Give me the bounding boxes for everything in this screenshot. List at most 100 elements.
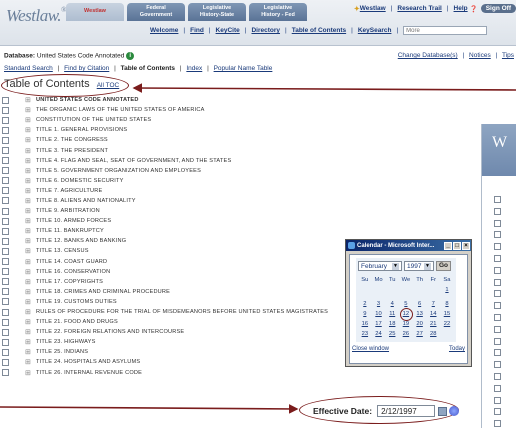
toc-checkbox[interactable] bbox=[2, 167, 9, 175]
calendar-day[interactable]: 18 bbox=[385, 319, 399, 329]
toc-checkbox[interactable] bbox=[2, 268, 9, 276]
calendar-day[interactable]: 21 bbox=[426, 319, 440, 329]
toc-checkbox[interactable] bbox=[494, 420, 501, 428]
calendar-icon[interactable] bbox=[438, 406, 448, 416]
calendar-day[interactable]: 16 bbox=[358, 319, 372, 329]
tab-legislative-history-state[interactable]: Legislative History-State bbox=[188, 3, 246, 21]
expand-icon[interactable]: ⊞ bbox=[25, 237, 33, 245]
toc-item-link[interactable]: TITLE 23. HIGHWAYS bbox=[36, 339, 96, 345]
calendar-day[interactable]: 14 bbox=[426, 309, 440, 319]
toc-checkbox[interactable] bbox=[494, 384, 501, 392]
toc-item-link[interactable]: TITLE 14. COAST GUARD bbox=[36, 259, 107, 265]
toc-checkbox[interactable] bbox=[2, 298, 9, 306]
close-icon[interactable]: × bbox=[462, 241, 470, 250]
today-link[interactable]: Today bbox=[449, 346, 465, 352]
toc-checkbox[interactable] bbox=[2, 288, 9, 296]
toc-checkbox[interactable] bbox=[494, 373, 501, 380]
toc-item-link[interactable]: TITLE 21. FOOD AND DRUGS bbox=[36, 319, 118, 325]
toc-checkbox[interactable] bbox=[2, 177, 9, 185]
expand-icon[interactable]: ⊞ bbox=[25, 147, 33, 155]
toc-item-link[interactable]: TITLE 26. INTERNAL REVENUE CODE bbox=[36, 370, 142, 376]
close-window-link[interactable]: Close window bbox=[352, 346, 389, 352]
calendar-day[interactable]: 26 bbox=[399, 329, 413, 339]
toc-checkbox[interactable] bbox=[2, 126, 9, 134]
toplink-help[interactable]: Help bbox=[454, 5, 468, 12]
expand-icon[interactable]: ⊞ bbox=[25, 369, 33, 377]
index-link[interactable]: Index bbox=[186, 65, 202, 72]
nav-welcome[interactable]: Welcome bbox=[150, 27, 178, 34]
calendar-day[interactable]: 24 bbox=[372, 329, 386, 339]
tab-federal-government[interactable]: Federal Government bbox=[127, 3, 185, 21]
toc-item-link[interactable]: TITLE 13. CENSUS bbox=[36, 248, 89, 254]
change-database-link[interactable]: Change Database(s) bbox=[398, 52, 458, 59]
toc-checkbox[interactable] bbox=[494, 337, 501, 345]
info-icon[interactable]: i bbox=[126, 52, 135, 60]
toc-item-link[interactable]: TITLE 24. HOSPITALS AND ASYLUMS bbox=[36, 359, 140, 365]
expand-icon[interactable]: ⊞ bbox=[25, 328, 33, 336]
toc-checkbox[interactable] bbox=[2, 207, 9, 215]
calendar-day[interactable]: 23 bbox=[358, 329, 372, 339]
toc-checkbox[interactable] bbox=[2, 247, 9, 255]
search-input[interactable] bbox=[403, 26, 488, 35]
toc-checkbox[interactable] bbox=[494, 266, 501, 274]
toc-checkbox[interactable] bbox=[2, 187, 9, 195]
calendar-day[interactable]: 25 bbox=[385, 329, 399, 339]
expand-icon[interactable]: ⊞ bbox=[25, 258, 33, 266]
toc-item-link[interactable]: TITLE 18. CRIMES AND CRIMINAL PROCEDURE bbox=[36, 289, 170, 295]
toplink-research-trail[interactable]: Research Trail bbox=[397, 5, 441, 12]
toc-checkbox[interactable] bbox=[494, 314, 501, 321]
toc-checkbox[interactable] bbox=[494, 243, 501, 251]
expand-icon[interactable]: ⊞ bbox=[25, 318, 33, 326]
toc-item-link[interactable]: TITLE 19. CUSTOMS DUTIES bbox=[36, 299, 117, 305]
expand-icon[interactable]: ⊞ bbox=[25, 308, 33, 316]
toc-checkbox[interactable] bbox=[2, 338, 9, 346]
toc-checkbox[interactable] bbox=[2, 147, 9, 155]
toc-checkbox[interactable] bbox=[494, 290, 501, 298]
calendar-day[interactable]: 3 bbox=[372, 299, 386, 309]
tips-link[interactable]: Tips bbox=[502, 52, 514, 59]
toc-checkbox[interactable] bbox=[2, 96, 9, 104]
all-toc-link[interactable]: All TOC bbox=[97, 82, 120, 89]
expand-icon[interactable]: ⊞ bbox=[25, 227, 33, 235]
tab-westlaw[interactable]: Westlaw bbox=[66, 3, 124, 21]
expand-icon[interactable]: ⊞ bbox=[25, 187, 33, 195]
toc-item-link[interactable]: TITLE 10. ARMED FORCES bbox=[36, 218, 111, 224]
toc-item-link[interactable]: THE ORGANIC LAWS OF THE UNITED STATES OF… bbox=[36, 107, 205, 113]
calendar-day[interactable]: 4 bbox=[385, 299, 399, 309]
nav-keysearch[interactable]: KeySearch bbox=[358, 27, 392, 34]
expand-icon[interactable]: ⊞ bbox=[25, 136, 33, 144]
toc-checkbox[interactable] bbox=[2, 308, 9, 316]
standard-search-link[interactable]: Standard Search bbox=[4, 65, 53, 72]
toc-item-link[interactable]: TITLE 5. GOVERNMENT ORGANIZATION AND EMP… bbox=[36, 168, 201, 174]
toc-checkbox[interactable] bbox=[2, 217, 9, 225]
minimize-icon[interactable]: _ bbox=[444, 241, 452, 250]
calendar-day[interactable]: 10 bbox=[372, 309, 386, 319]
toc-item-link[interactable]: UNITED STATES CODE ANNOTATED bbox=[36, 97, 139, 103]
toc-item-link[interactable]: TITLE 16. CONSERVATION bbox=[36, 269, 110, 275]
expand-icon[interactable]: ⊞ bbox=[25, 358, 33, 366]
toc-checkbox[interactable] bbox=[494, 207, 501, 215]
expand-icon[interactable]: ⊞ bbox=[25, 177, 33, 185]
toc-checkbox[interactable] bbox=[494, 361, 501, 369]
calendar-day[interactable]: 20 bbox=[413, 319, 427, 329]
toc-checkbox[interactable] bbox=[494, 219, 501, 227]
sign-off-button[interactable]: Sign Off bbox=[480, 4, 516, 13]
expand-icon[interactable]: ⊞ bbox=[25, 197, 33, 205]
toc-checkbox[interactable] bbox=[2, 348, 9, 356]
toc-item-link[interactable]: TITLE 1. GENERAL PROVISIONS bbox=[36, 127, 127, 133]
toc-checkbox[interactable] bbox=[494, 396, 501, 404]
nav-keycite[interactable]: KeyCite bbox=[216, 27, 240, 34]
year-select[interactable]: 1997 ▼ bbox=[404, 261, 434, 271]
expand-icon[interactable]: ⊞ bbox=[25, 217, 33, 225]
calendar-day[interactable]: 12 bbox=[399, 308, 413, 321]
toc-checkbox[interactable] bbox=[494, 349, 501, 357]
calendar-day[interactable]: 1 bbox=[440, 285, 454, 295]
toc-checkbox[interactable] bbox=[494, 325, 501, 333]
expand-icon[interactable]: ⊞ bbox=[25, 207, 33, 215]
toc-checkbox[interactable] bbox=[494, 231, 501, 239]
toc-checkbox[interactable] bbox=[2, 116, 9, 124]
calendar-day[interactable]: 8 bbox=[440, 299, 454, 309]
go-icon[interactable] bbox=[449, 406, 460, 416]
toc-checkbox[interactable] bbox=[2, 278, 9, 286]
month-select[interactable]: February ▼ bbox=[358, 261, 402, 271]
